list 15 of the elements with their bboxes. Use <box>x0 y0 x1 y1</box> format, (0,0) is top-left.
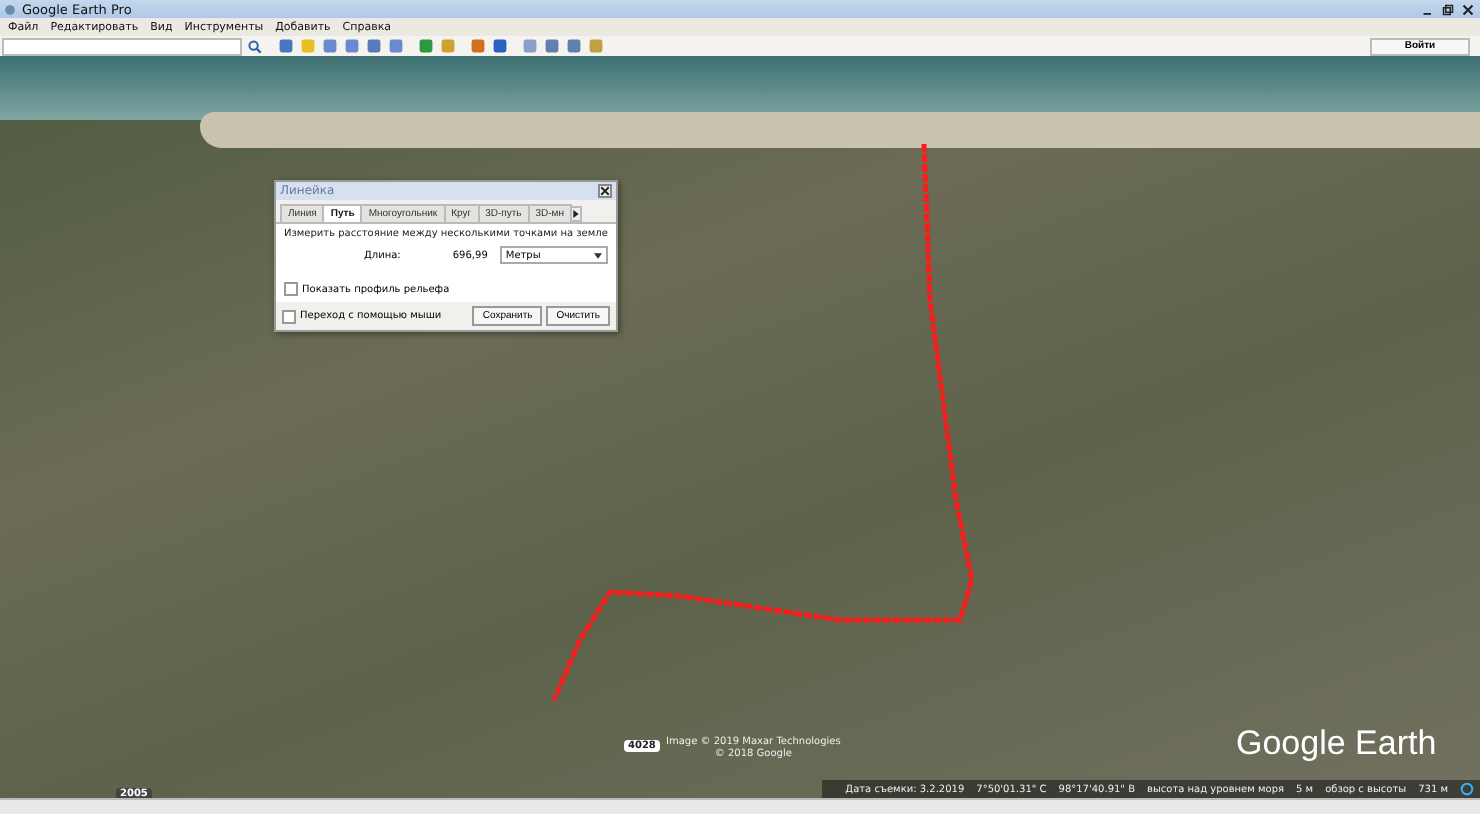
caret-icon <box>572 210 581 218</box>
caret-icon <box>594 251 602 259</box>
restore-icon <box>1441 3 1453 15</box>
restore-button[interactable] <box>1438 1 1456 17</box>
logo-text: Google Earth <box>1236 724 1437 764</box>
scroll-tabs-button[interactable] <box>570 206 583 222</box>
satellite-map[interactable] <box>0 56 1480 798</box>
streaming-icon <box>1460 782 1474 796</box>
close-button[interactable] <box>1458 1 1476 17</box>
close-icon <box>1461 3 1473 15</box>
close-button[interactable] <box>598 184 612 198</box>
search-icon <box>248 39 262 53</box>
search-field[interactable] <box>2 37 242 55</box>
close-icon <box>600 186 610 196</box>
search-button[interactable] <box>246 37 264 55</box>
